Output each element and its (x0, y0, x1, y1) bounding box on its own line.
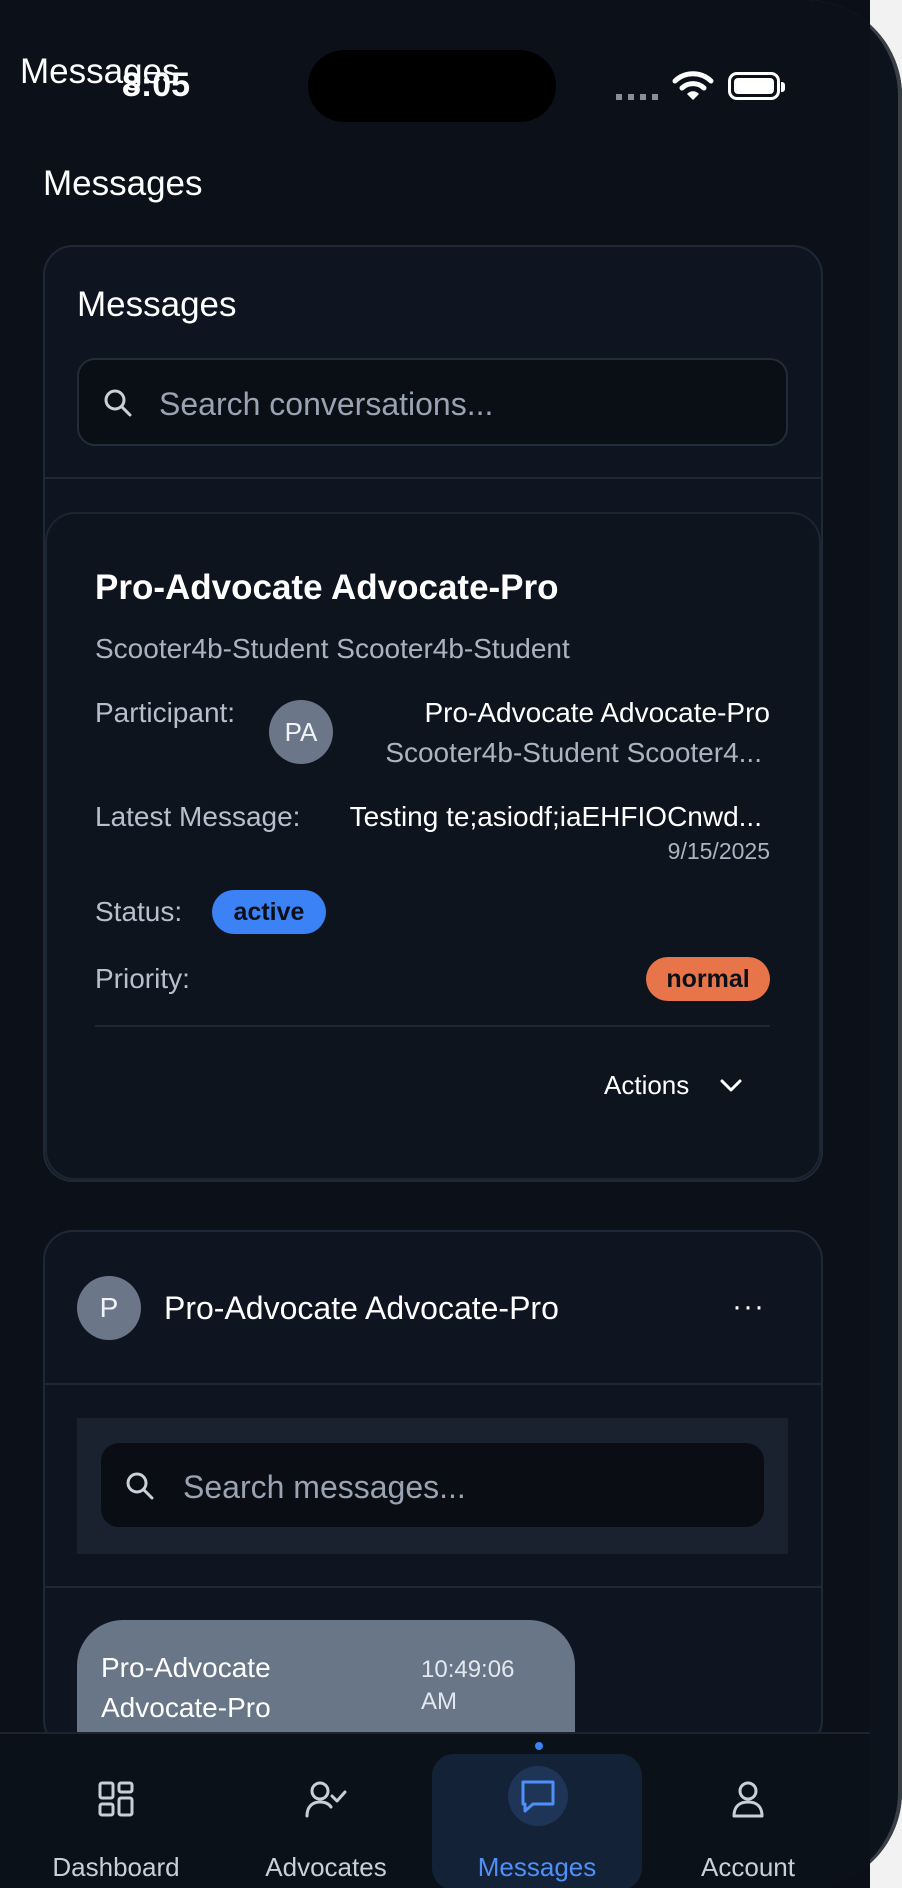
message-time: 10:49:06 AM (421, 1656, 515, 1715)
active-tab-indicator (535, 1742, 543, 1750)
tab-account-label: Account (701, 1852, 795, 1882)
divider (45, 477, 821, 479)
divider (95, 1025, 770, 1027)
chat-avatar: P (77, 1276, 141, 1340)
battery-icon (728, 72, 785, 100)
participant-label: Participant: (95, 697, 236, 728)
user-icon (732, 1781, 764, 1818)
bottom-tab-bar: Dashboard Advocates Messages Account (0, 1732, 870, 1888)
page-title: Messages (43, 164, 203, 203)
message-sender: Pro-Advocate Advocate-Pro (101, 1652, 271, 1723)
participant-secondary: Scooter4b-Student Scooter4... (385, 737, 762, 768)
signal-icon (616, 94, 660, 100)
search-messages-input[interactable]: Search messages... (101, 1443, 764, 1527)
latest-message-date: 9/15/2025 (667, 838, 770, 864)
screen: Messages 8:05 Messages Messages Search c… (0, 0, 870, 1888)
search-conversations-input[interactable]: Search conversations... (77, 358, 788, 446)
participant-name: Pro-Advocate Advocate-Pro (424, 697, 770, 728)
tab-account[interactable]: Account (648, 1734, 848, 1888)
divider (45, 1586, 821, 1588)
priority-badge: normal (646, 957, 770, 1001)
search-messages-placeholder: Search messages... (183, 1469, 466, 1505)
conversation-subtitle: Scooter4b-Student Scooter4b-Student (95, 633, 570, 664)
chat-bubble-icon (521, 1780, 555, 1813)
status-time: 8:05 (122, 66, 191, 104)
status-label: Status: (95, 896, 183, 927)
priority-label: Priority: (95, 963, 190, 994)
wifi-icon (672, 71, 714, 100)
actions-button[interactable]: Actions (604, 1070, 689, 1101)
participant-avatar: PA (269, 700, 333, 764)
latest-message-text: Testing te;asiodf;iaEHFIOCnwd... (349, 801, 762, 832)
phone-frame: Messages 8:05 Messages Messages Search c… (0, 0, 902, 1888)
search-icon (104, 389, 132, 417)
chevron-down-icon (720, 1079, 742, 1092)
latest-message-label: Latest Message: (95, 801, 301, 832)
search-icon (126, 1472, 154, 1500)
conversation-name: Pro-Advocate Advocate-Pro (95, 568, 559, 607)
more-options-button[interactable]: ··· (732, 1290, 765, 1324)
conversations-title: Messages (77, 285, 237, 324)
chat-contact-name: Pro-Advocate Advocate-Pro (164, 1290, 559, 1326)
divider (45, 1383, 821, 1385)
tab-messages-label: Messages (477, 1852, 597, 1882)
status-badge: active (212, 890, 326, 934)
dynamic-island (308, 50, 556, 122)
search-conversations-placeholder: Search conversations... (159, 386, 494, 422)
